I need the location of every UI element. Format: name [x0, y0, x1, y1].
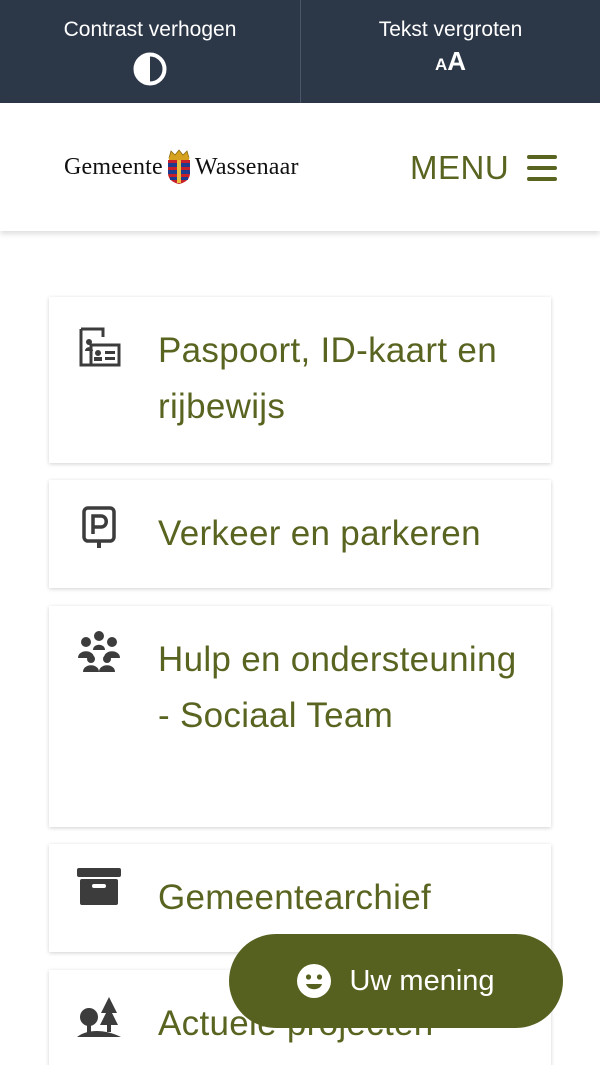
feedback-label: Uw mening — [349, 964, 495, 997]
textsize-label: Tekst vergroten — [378, 18, 523, 41]
contrast-icon — [133, 52, 167, 86]
card-label: Hulp en ondersteuning - Sociaal Team — [158, 640, 517, 735]
menu-button[interactable]: MENU — [410, 143, 558, 193]
people-group-icon — [78, 631, 120, 672]
card-label: Paspoort, ID-kaart en rijbewijs — [158, 331, 497, 426]
trees-icon — [77, 997, 121, 1037]
card-hulp[interactable]: Hulp en ondersteuning - Sociaal Team — [49, 606, 551, 827]
feedback-button[interactable]: Uw mening — [229, 934, 563, 1028]
parking-icon — [82, 506, 116, 548]
logo[interactable]: Gemeente Wassenaar — [64, 147, 299, 187]
contrast-label: Contrast verhogen — [63, 18, 237, 41]
card-paspoort[interactable]: Paspoort, ID-kaart en rijbewijs — [49, 297, 551, 463]
id-card-icon — [79, 327, 121, 367]
text-size-icon: AA — [434, 46, 467, 76]
menu-label: MENU — [410, 149, 510, 186]
accessibility-bar: Contrast verhogen Tekst vergroten AA — [0, 0, 600, 103]
site-header: Gemeente Wassenaar MENU — [0, 103, 600, 231]
textsize-toggle-button[interactable]: Tekst vergroten AA — [300, 0, 600, 103]
card-label: Gemeentearchief — [158, 878, 431, 917]
contrast-toggle-button[interactable]: Contrast verhogen — [0, 0, 300, 103]
card-label: Verkeer en parkeren — [158, 514, 481, 553]
card-verkeer[interactable]: Verkeer en parkeren — [49, 480, 551, 588]
archive-box-icon — [77, 868, 121, 905]
smiley-icon — [297, 964, 332, 998]
hamburger-icon — [527, 155, 558, 181]
logo-text-left: Gemeente — [64, 153, 163, 180]
coat-of-arms-icon — [167, 149, 190, 184]
logo-text-right: Wassenaar — [194, 153, 299, 180]
